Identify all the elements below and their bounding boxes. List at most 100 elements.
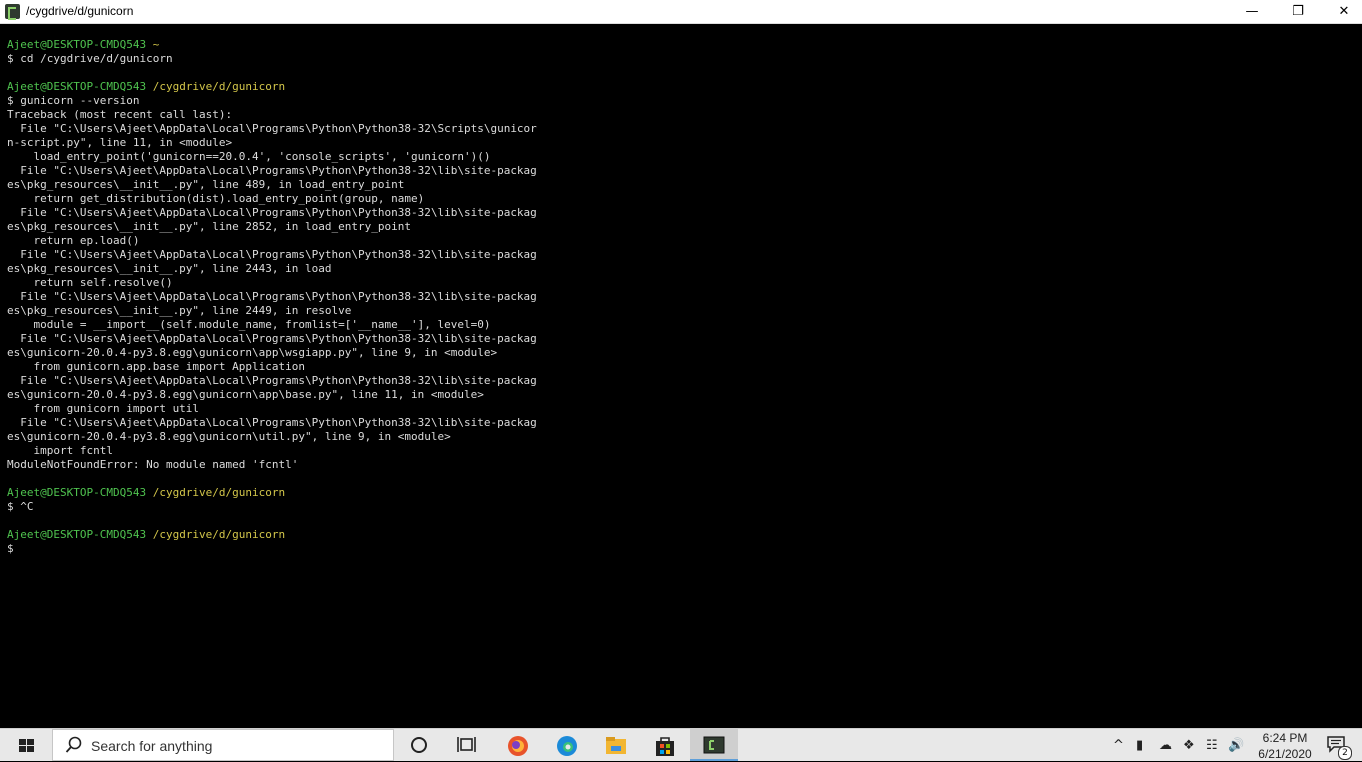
notification-count-badge: 2 <box>1338 746 1352 760</box>
terminal-line: $ ^C <box>7 500 537 514</box>
cortana-icon <box>411 737 427 753</box>
terminal-text: from gunicorn import util <box>7 402 200 415</box>
prompt-path: /cygdrive/d/gunicorn <box>146 486 286 499</box>
store-button[interactable] <box>641 729 689 761</box>
terminal-line: File "C:\Users\Ajeet\AppData\Local\Progr… <box>7 332 537 346</box>
terminal-icon <box>703 736 725 754</box>
terminal-line: Ajeet@DESKTOP-CMDQ543 /cygdrive/d/gunico… <box>7 486 537 500</box>
task-view-button[interactable] <box>444 729 492 761</box>
terminal-text: File "C:\Users\Ajeet\AppData\Local\Progr… <box>7 416 537 429</box>
terminal-text: $ <box>7 542 14 555</box>
prompt-path: /cygdrive/d/gunicorn <box>146 528 286 541</box>
onedrive-icon[interactable]: ☁ <box>1159 738 1172 753</box>
terminal-text: from gunicorn.app.base import Applicatio… <box>7 360 306 373</box>
prompt-user: Ajeet@DESKTOP-CMDQ543 <box>7 38 147 51</box>
terminal-line: $ <box>7 542 537 556</box>
cortana-button[interactable] <box>396 729 444 761</box>
terminal-line: File "C:\Users\Ajeet\AppData\Local\Progr… <box>7 164 537 178</box>
terminal-line: File "C:\Users\Ajeet\AppData\Local\Progr… <box>7 248 537 262</box>
terminal-taskbar-button[interactable] <box>690 729 738 761</box>
file-explorer-icon <box>606 737 626 754</box>
terminal-text: return self.resolve() <box>7 276 173 289</box>
terminal-text: es\pkg_resources\__init__.py", line 2852… <box>7 220 411 233</box>
terminal-text: es\pkg_resources\__init__.py", line 2449… <box>7 304 352 317</box>
title-bar[interactable]: /cygdrive/d/gunicorn — ❐ ✕ <box>0 0 1362 24</box>
terminal-line: es\gunicorn-20.0.4-py3.8.egg\gunicorn\ap… <box>7 346 537 360</box>
prompt-user: Ajeet@DESKTOP-CMDQ543 <box>7 80 147 93</box>
file-explorer-button[interactable] <box>592 729 640 761</box>
firefox-icon <box>508 736 528 756</box>
terminal-text: File "C:\Users\Ajeet\AppData\Local\Progr… <box>7 206 537 219</box>
battery-icon[interactable]: ▮ <box>1136 738 1143 753</box>
window-title: /cygdrive/d/gunicorn <box>26 4 134 18</box>
prompt-user: Ajeet@DESKTOP-CMDQ543 <box>7 486 147 499</box>
terminal-line: File "C:\Users\Ajeet\AppData\Local\Progr… <box>7 290 537 304</box>
mintty-app-icon[interactable] <box>5 4 20 20</box>
terminal-text: $ gunicorn --version <box>7 94 140 107</box>
chevron-up-icon[interactable]: ^ <box>1113 738 1124 753</box>
terminal-line: File "C:\Users\Ajeet\AppData\Local\Progr… <box>7 416 537 430</box>
terminal-text: File "C:\Users\Ajeet\AppData\Local\Progr… <box>7 290 537 303</box>
store-icon <box>656 737 674 756</box>
taskbar: Search for anything ^ ▮ ☁ ❖ ☷ 🔊 6:24 PM … <box>0 728 1362 761</box>
terminal-window[interactable]: Ajeet@DESKTOP-CMDQ543 ~ $ cd /cygdrive/d/… <box>0 24 1362 728</box>
dropbox-icon[interactable]: ❖ <box>1183 738 1195 753</box>
edge-icon <box>557 736 577 756</box>
search-box[interactable]: Search for anything <box>52 729 394 761</box>
terminal-text: es\gunicorn-20.0.4-py3.8.egg\gunicorn\ap… <box>7 388 484 401</box>
terminal-text: return ep.load() <box>7 234 140 247</box>
minimize-button[interactable]: — <box>1229 0 1275 23</box>
terminal-line: $ cd /cygdrive/d/gunicorn <box>7 52 537 66</box>
terminal-text: $ cd /cygdrive/d/gunicorn <box>7 52 173 65</box>
terminal-line: from gunicorn.app.base import Applicatio… <box>7 360 537 374</box>
search-placeholder: Search for anything <box>91 738 213 754</box>
terminal-text: $ ^C <box>7 500 34 513</box>
terminal-text: es\gunicorn-20.0.4-py3.8.egg\gunicorn\ap… <box>7 346 498 359</box>
terminal-output: Ajeet@DESKTOP-CMDQ543 ~ $ cd /cygdrive/d/… <box>7 38 537 556</box>
firefox-button[interactable] <box>494 729 542 761</box>
terminal-text: load_entry_point('gunicorn==20.0.4', 'co… <box>7 150 491 163</box>
clock-time: 6:24 PM <box>1262 731 1308 745</box>
terminal-line: from gunicorn import util <box>7 402 537 416</box>
terminal-text: File "C:\Users\Ajeet\AppData\Local\Progr… <box>7 122 537 135</box>
terminal-text: import fcntl <box>7 444 113 457</box>
prompt-user: Ajeet@DESKTOP-CMDQ543 <box>7 528 147 541</box>
terminal-line: File "C:\Users\Ajeet\AppData\Local\Progr… <box>7 122 537 136</box>
prompt-path: /cygdrive/d/gunicorn <box>146 80 286 93</box>
terminal-line: es\pkg_resources\__init__.py", line 2443… <box>7 262 537 276</box>
terminal-line: import fcntl <box>7 444 537 458</box>
terminal-line: n-script.py", line 11, in <module> <box>7 136 537 150</box>
terminal-line: return get_distribution(dist).load_entry… <box>7 192 537 206</box>
terminal-line: File "C:\Users\Ajeet\AppData\Local\Progr… <box>7 374 537 388</box>
terminal-text: File "C:\Users\Ajeet\AppData\Local\Progr… <box>7 164 537 177</box>
terminal-text: n-script.py", line 11, in <module> <box>7 136 233 149</box>
terminal-text: File "C:\Users\Ajeet\AppData\Local\Progr… <box>7 374 537 387</box>
terminal-line: es\pkg_resources\__init__.py", line 2449… <box>7 304 537 318</box>
terminal-line: return self.resolve() <box>7 276 537 290</box>
terminal-line: es\gunicorn-20.0.4-py3.8.egg\gunicorn\ap… <box>7 388 537 402</box>
terminal-line: return ep.load() <box>7 234 537 248</box>
terminal-line: Ajeet@DESKTOP-CMDQ543 ~ <box>7 38 537 52</box>
volume-icon[interactable]: 🔊 <box>1228 738 1244 753</box>
clock[interactable]: 6:24 PM 6/21/2020 <box>1250 730 1320 762</box>
terminal-line: Ajeet@DESKTOP-CMDQ543 /cygdrive/d/gunico… <box>7 80 537 94</box>
wifi-icon[interactable]: ☷ <box>1206 738 1218 753</box>
start-button[interactable] <box>0 729 52 761</box>
search-icon <box>65 736 82 753</box>
terminal-text: es\pkg_resources\__init__.py", line 489,… <box>7 178 405 191</box>
terminal-line: File "C:\Users\Ajeet\AppData\Local\Progr… <box>7 206 537 220</box>
terminal-text: es\pkg_resources\__init__.py", line 2443… <box>7 262 332 275</box>
restore-button[interactable]: ❐ <box>1275 0 1321 23</box>
terminal-line: module = __import__(self.module_name, fr… <box>7 318 537 332</box>
terminal-line: Ajeet@DESKTOP-CMDQ543 /cygdrive/d/gunico… <box>7 528 537 542</box>
close-button[interactable]: ✕ <box>1321 0 1362 23</box>
prompt-path: ~ <box>146 38 160 51</box>
terminal-line: ModuleNotFoundError: No module named 'fc… <box>7 458 537 472</box>
windows-icon <box>19 739 35 753</box>
terminal-text: Traceback (most recent call last): <box>7 108 233 121</box>
terminal-line: $ gunicorn --version <box>7 94 537 108</box>
terminal-scrollbar[interactable] <box>1352 24 1362 728</box>
edge-button[interactable] <box>543 729 591 761</box>
